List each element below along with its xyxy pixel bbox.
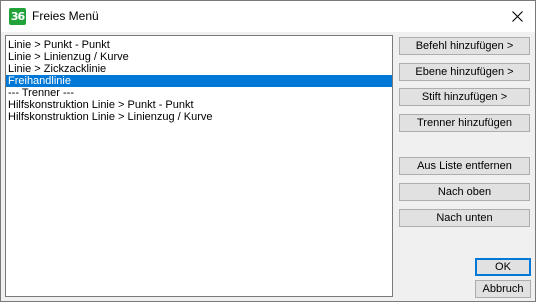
menu-items-list[interactable]: Linie > Punkt - Punkt Linie > Linienzug … [5,35,393,297]
add-separator-button[interactable]: Trenner hinzufügen [399,114,530,132]
close-button[interactable] [499,1,535,32]
list-item-selected[interactable]: Freihandlinie [6,75,392,87]
move-up-button[interactable]: Nach oben [399,183,530,201]
window-title: Freies Menü [32,9,99,23]
close-icon [512,11,523,22]
list-item[interactable]: Hilfskonstruktion Linie > Linienzug / Ku… [6,111,392,123]
remove-from-list-button[interactable]: Aus Liste entfernen [399,157,530,175]
app-logo-icon: 36 [9,8,26,25]
list-item[interactable]: Linie > Punkt - Punkt [6,39,392,51]
list-item[interactable]: --- Trenner --- [6,87,392,99]
add-pen-button[interactable]: Stift hinzufügen > [399,88,530,106]
list-item[interactable]: Hilfskonstruktion Linie > Punkt - Punkt [6,99,392,111]
add-command-button[interactable]: Befehl hinzufügen > [399,37,530,55]
move-down-button[interactable]: Nach unten [399,209,530,227]
list-item[interactable]: Linie > Linienzug / Kurve [6,51,392,63]
title-bar[interactable]: 36 Freies Menü [1,1,535,32]
ok-button[interactable]: OK [475,258,531,276]
add-layer-button[interactable]: Ebene hinzufügen > [399,63,530,81]
cancel-button[interactable]: Abbruch [475,280,531,298]
list-item[interactable]: Linie > Zickzacklinie [6,63,392,75]
dialog-window: 36 Freies Menü Linie > Punkt - Punkt Lin… [0,0,536,302]
